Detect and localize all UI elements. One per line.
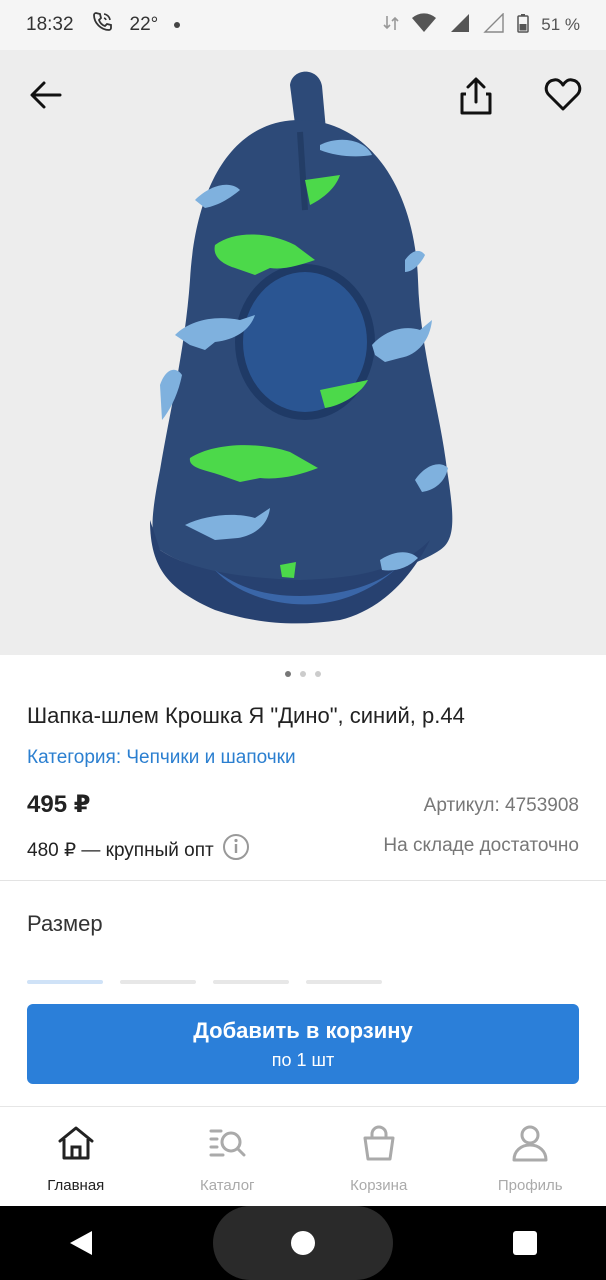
pager-dot xyxy=(315,671,321,677)
arrow-left-icon xyxy=(30,81,62,109)
add-to-cart-label: Добавить в корзину xyxy=(193,1017,413,1043)
profile-icon xyxy=(510,1123,550,1163)
circle-home-icon xyxy=(291,1231,315,1255)
tab-cart-label: Корзина xyxy=(350,1177,408,1194)
product-photo[interactable] xyxy=(0,50,606,655)
size-section-title: Размер xyxy=(27,911,103,936)
catalog-search-icon xyxy=(207,1123,247,1163)
system-recents-button[interactable] xyxy=(495,1213,555,1273)
cart-bag-icon xyxy=(359,1123,399,1163)
tab-catalog-label: Каталог xyxy=(199,1177,255,1194)
status-bar: 18:32 22° 51 % xyxy=(0,0,606,50)
tab-home-label: Главная xyxy=(47,1177,105,1194)
share-icon xyxy=(460,77,492,115)
product-title: Шапка-шлем Крошка Я "Дино", синий, р.44 xyxy=(27,703,465,728)
wifi-icon xyxy=(411,12,437,38)
home-icon xyxy=(56,1123,96,1163)
info-icon[interactable] xyxy=(222,833,250,867)
stock-status: На складе достаточно xyxy=(383,835,579,856)
add-to-cart-quantity: по 1 шт xyxy=(271,1049,335,1070)
favorite-button[interactable] xyxy=(539,70,587,118)
signal-2-icon xyxy=(483,11,505,38)
battery-percent: 51 % xyxy=(541,15,580,34)
product-sku: Артикул: 4753908 xyxy=(423,795,579,816)
tab-home[interactable]: Главная xyxy=(0,1107,152,1206)
data-arrows-icon xyxy=(383,14,399,37)
pager-dot xyxy=(300,671,306,677)
tab-profile[interactable]: Профиль xyxy=(455,1107,606,1206)
battery-icon xyxy=(517,13,529,38)
signal-icon xyxy=(449,13,471,38)
back-button[interactable] xyxy=(22,71,70,119)
share-button[interactable] xyxy=(452,72,500,120)
triangle-back-icon xyxy=(70,1231,92,1255)
category-link[interactable]: Категория: Чепчики и шапочки xyxy=(27,747,296,769)
bottom-tab-bar: Главная Каталог Корзина Профиль xyxy=(0,1106,606,1206)
wholesale-price-row: 480 ₽ — крупный опт xyxy=(27,833,250,867)
heart-icon xyxy=(544,78,582,111)
image-pager-dots xyxy=(0,671,606,677)
status-temperature: 22° xyxy=(129,14,159,35)
notification-dot xyxy=(174,22,181,28)
tab-catalog[interactable]: Каталог xyxy=(152,1107,304,1206)
pager-dot-active xyxy=(285,671,291,677)
wifi-call-icon xyxy=(90,10,114,40)
wholesale-price: 480 ₽ — крупный опт xyxy=(27,839,214,861)
section-divider xyxy=(0,880,606,881)
status-time: 18:32 xyxy=(26,14,74,35)
system-nav-bar xyxy=(0,1206,606,1280)
tab-cart[interactable]: Корзина xyxy=(303,1107,455,1206)
system-home-button[interactable] xyxy=(213,1206,393,1280)
square-recents-icon xyxy=(513,1231,537,1255)
hat-illustration xyxy=(150,71,453,624)
product-price: 495 ₽ xyxy=(27,791,91,818)
system-back-button[interactable] xyxy=(51,1213,111,1273)
tab-profile-label: Профиль xyxy=(497,1177,563,1194)
add-to-cart-button[interactable]: Добавить в корзину по 1 шт xyxy=(27,1004,579,1084)
